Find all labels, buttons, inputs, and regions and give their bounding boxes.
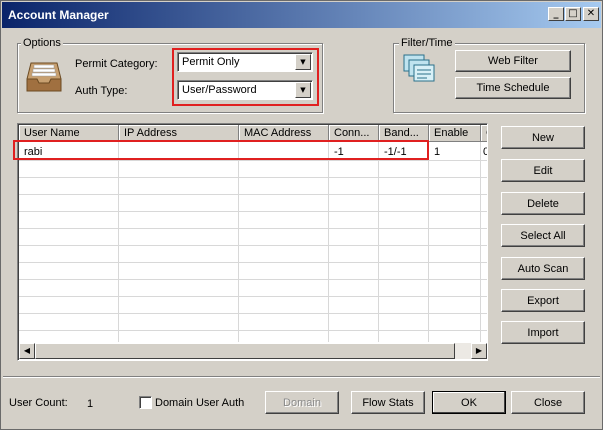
- table-row[interactable]: rabi -1 -1/-1 1 0: [19, 144, 487, 160]
- export-button[interactable]: Export: [501, 289, 585, 312]
- user-count-value: 1: [87, 398, 94, 410]
- grid-line: [328, 142, 329, 342]
- ok-button[interactable]: OK: [432, 391, 506, 414]
- close-button[interactable]: Close: [511, 391, 585, 414]
- scroll-right-icon[interactable]: ▶: [471, 343, 487, 359]
- options-group-label: Options: [21, 37, 63, 49]
- cell-enable: 1: [434, 146, 441, 158]
- cell-user-name: rabi: [24, 146, 43, 158]
- auth-type-select[interactable]: User/Password ▼: [177, 80, 313, 100]
- column-header-mac-address[interactable]: MAC Address: [239, 125, 329, 142]
- scrollbar-thumb[interactable]: [35, 343, 455, 359]
- close-window-button[interactable]: ✕: [583, 7, 599, 21]
- grid-line: [19, 228, 487, 229]
- time-schedule-button[interactable]: Time Schedule: [455, 77, 571, 99]
- horizontal-scrollbar[interactable]: ◀ ▶: [19, 343, 487, 359]
- column-header-enable[interactable]: Enable: [429, 125, 481, 142]
- import-button[interactable]: Import: [501, 321, 585, 344]
- grid-line: [19, 330, 487, 331]
- grid-line: [238, 142, 239, 342]
- user-count-label: User Count:: [9, 397, 68, 409]
- permit-category-select[interactable]: Permit Only ▼: [177, 52, 313, 72]
- column-header-user-name[interactable]: User Name: [19, 125, 119, 142]
- grid-line: [19, 296, 487, 297]
- grid-line: [19, 177, 487, 178]
- select-all-button[interactable]: Select All: [501, 224, 585, 247]
- domain-button[interactable]: Domain: [265, 391, 339, 414]
- inbox-tray-icon: [26, 62, 62, 92]
- minimize-button[interactable]: _: [548, 7, 564, 21]
- auth-type-label: Auth Type:: [75, 85, 128, 97]
- column-header-c[interactable]: C: [481, 125, 487, 142]
- grid-line: [19, 262, 487, 263]
- stacked-windows-icon: [403, 54, 435, 82]
- grid-line: [428, 142, 429, 342]
- title-bar[interactable]: Account Manager _ □ ✕: [2, 2, 601, 28]
- account-manager-window: Account Manager _ □ ✕ Options Permit Cat…: [0, 0, 603, 430]
- delete-button[interactable]: Delete: [501, 192, 585, 215]
- permit-category-value: Permit Only: [182, 56, 240, 68]
- cell-mac-address: [239, 144, 329, 160]
- auth-type-value: User/Password: [182, 84, 257, 96]
- window-title: Account Manager: [8, 8, 109, 22]
- permit-category-label: Permit Category:: [75, 58, 158, 70]
- maximize-button[interactable]: □: [565, 7, 581, 21]
- column-header-band[interactable]: Band...: [379, 125, 429, 142]
- grid-line: [19, 279, 487, 280]
- new-button[interactable]: New: [501, 126, 585, 149]
- column-header-conn[interactable]: Conn...: [329, 125, 379, 142]
- column-header-ip-address[interactable]: IP Address: [119, 125, 239, 142]
- flow-stats-button[interactable]: Flow Stats: [351, 391, 425, 414]
- grid-line: [480, 142, 481, 342]
- grid-line: [118, 142, 119, 342]
- grid-line: [19, 160, 487, 161]
- footer-separator: [3, 376, 600, 378]
- accounts-table[interactable]: User Name IP Address MAC Address Conn...…: [17, 123, 488, 361]
- cell-conn: -1: [334, 146, 344, 158]
- domain-user-auth-checkbox[interactable]: [139, 396, 152, 409]
- auto-scan-button[interactable]: Auto Scan: [501, 257, 585, 280]
- grid-line: [378, 142, 379, 342]
- cell-c: 0: [481, 144, 487, 160]
- scroll-left-icon[interactable]: ◀: [19, 343, 35, 359]
- domain-user-auth-label[interactable]: Domain User Auth: [155, 397, 244, 409]
- chevron-down-icon[interactable]: ▼: [295, 54, 311, 70]
- cell-band: -1/-1: [384, 146, 407, 158]
- cell-ip-address: [119, 144, 239, 160]
- grid-line: [19, 194, 487, 195]
- chevron-down-icon[interactable]: ▼: [295, 82, 311, 98]
- edit-button[interactable]: Edit: [501, 159, 585, 182]
- grid-line: [19, 211, 487, 212]
- grid-line: [19, 313, 487, 314]
- grid-line: [19, 245, 487, 246]
- web-filter-button[interactable]: Web Filter: [455, 50, 571, 72]
- filter-time-group-label: Filter/Time: [399, 37, 455, 49]
